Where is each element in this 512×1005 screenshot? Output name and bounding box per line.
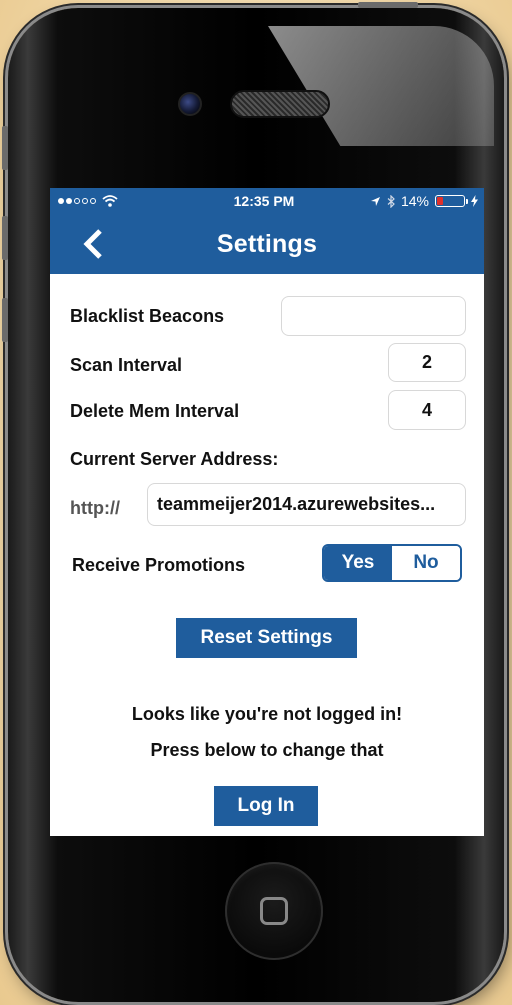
status-time: 12:35 PM [233,193,295,209]
scan-interval-input[interactable]: 2 [388,343,466,382]
scan-interval-label: Scan Interval [70,355,183,375]
promotions-toggle: Yes No [322,544,462,582]
signal-dots-icon [58,198,96,204]
nav-bar: Settings [50,214,484,274]
volume-up-button [2,216,8,260]
home-square-icon [260,897,288,925]
app-screen: 12:35 PM 14% Settings Blacklist Beacons [50,188,484,836]
page-title: Settings [216,229,318,258]
earpiece-speaker [230,90,330,118]
glass-reflection [268,26,494,146]
volume-down-button [2,298,8,342]
back-button[interactable] [78,226,108,262]
blacklist-input[interactable] [281,296,466,336]
delete-mem-interval-input[interactable]: 4 [388,390,466,430]
battery-percent: 14% [400,193,429,209]
charging-bolt-icon [470,195,478,207]
promotions-no-option[interactable]: No [392,546,460,580]
login-message-line2: Press below to change that [150,740,384,760]
reset-settings-button[interactable]: Reset Settings [176,618,357,658]
log-in-button[interactable]: Log In [214,786,318,826]
home-button[interactable] [225,862,323,960]
blacklist-label: Blacklist Beacons [70,306,225,326]
delete-mem-interval-label: Delete Mem Interval [70,401,240,421]
mute-switch [2,126,8,170]
battery-icon [434,195,468,207]
status-bar: 12:35 PM 14% [50,188,484,214]
server-prefix: http:// [70,498,120,518]
login-message-line1: Looks like you're not logged in! [131,704,403,724]
front-camera [178,92,202,116]
wifi-icon [102,195,118,207]
power-button [358,2,418,8]
battery-level-fill [436,197,443,205]
promotions-yes-option[interactable]: Yes [324,546,392,580]
receive-promotions-label: Receive Promotions [72,555,246,575]
server-address-label: Current Server Address: [70,449,279,469]
location-arrow-icon [370,196,380,206]
bluetooth-icon [387,194,395,208]
server-address-input[interactable]: teammeijer2014.azurewebsites... [147,483,466,526]
chevron-left-icon [83,229,102,259]
